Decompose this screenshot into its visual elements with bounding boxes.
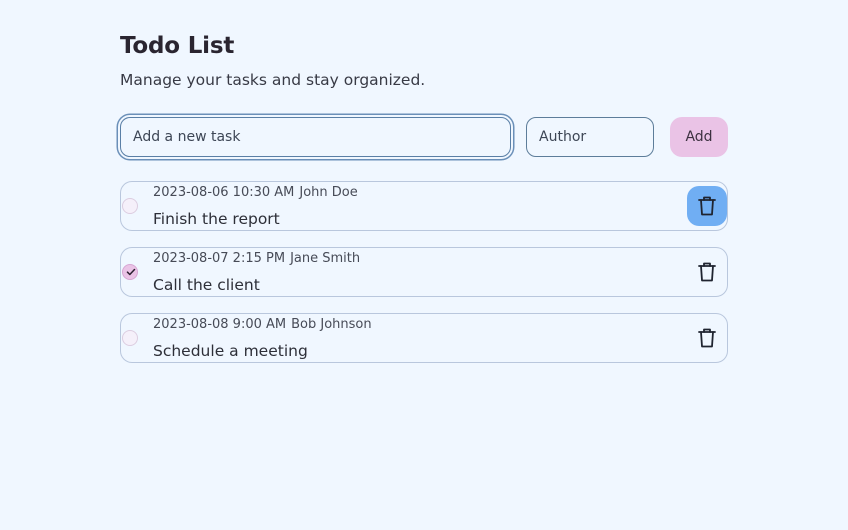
task-checkbox[interactable] — [122, 330, 138, 346]
task-input[interactable] — [120, 117, 511, 157]
page-title: Todo List — [120, 33, 235, 59]
task-text: Schedule a meeting — [153, 342, 308, 360]
task-list: 2023-08-06 10:30 AM John Doe Finish the r… — [120, 181, 728, 379]
trash-icon — [698, 196, 716, 216]
author-input[interactable] — [526, 117, 654, 157]
task-timestamp: 2023-08-06 10:30 AM — [153, 185, 295, 200]
task-timestamp: 2023-08-08 9:00 AM — [153, 317, 287, 332]
task-author: Jane Smith — [290, 251, 361, 266]
task-timestamp: 2023-08-07 2:15 PM — [153, 251, 286, 266]
task-author: John Doe — [299, 185, 358, 200]
task-item: 2023-08-06 10:30 AM John Doe Finish the r… — [120, 181, 728, 231]
todo-app: Todo List Manage your tasks and stay org… — [120, 30, 728, 363]
check-icon — [126, 268, 136, 276]
add-task-form: Add — [120, 117, 728, 157]
task-author: Bob Johnson — [291, 317, 372, 332]
page-subtitle: Manage your tasks and stay organized. — [120, 71, 426, 89]
delete-button[interactable] — [687, 318, 727, 358]
task-checkbox[interactable] — [122, 264, 138, 280]
trash-icon — [698, 328, 716, 348]
add-button[interactable]: Add — [670, 117, 728, 157]
delete-button[interactable] — [687, 252, 727, 292]
trash-icon — [698, 262, 716, 282]
task-item: 2023-08-08 9:00 AM Bob Johnson Schedule a… — [120, 313, 728, 363]
task-text: Finish the report — [153, 210, 280, 228]
task-text: Call the client — [153, 276, 260, 294]
task-meta: 2023-08-08 9:00 AM Bob Johnson — [153, 316, 372, 334]
task-meta: 2023-08-06 10:30 AM John Doe — [153, 184, 358, 202]
delete-button[interactable] — [687, 186, 727, 226]
task-item: 2023-08-07 2:15 PM Jane Smith Call the cl… — [120, 247, 728, 297]
task-checkbox[interactable] — [122, 198, 138, 214]
task-meta: 2023-08-07 2:15 PM Jane Smith — [153, 250, 360, 268]
